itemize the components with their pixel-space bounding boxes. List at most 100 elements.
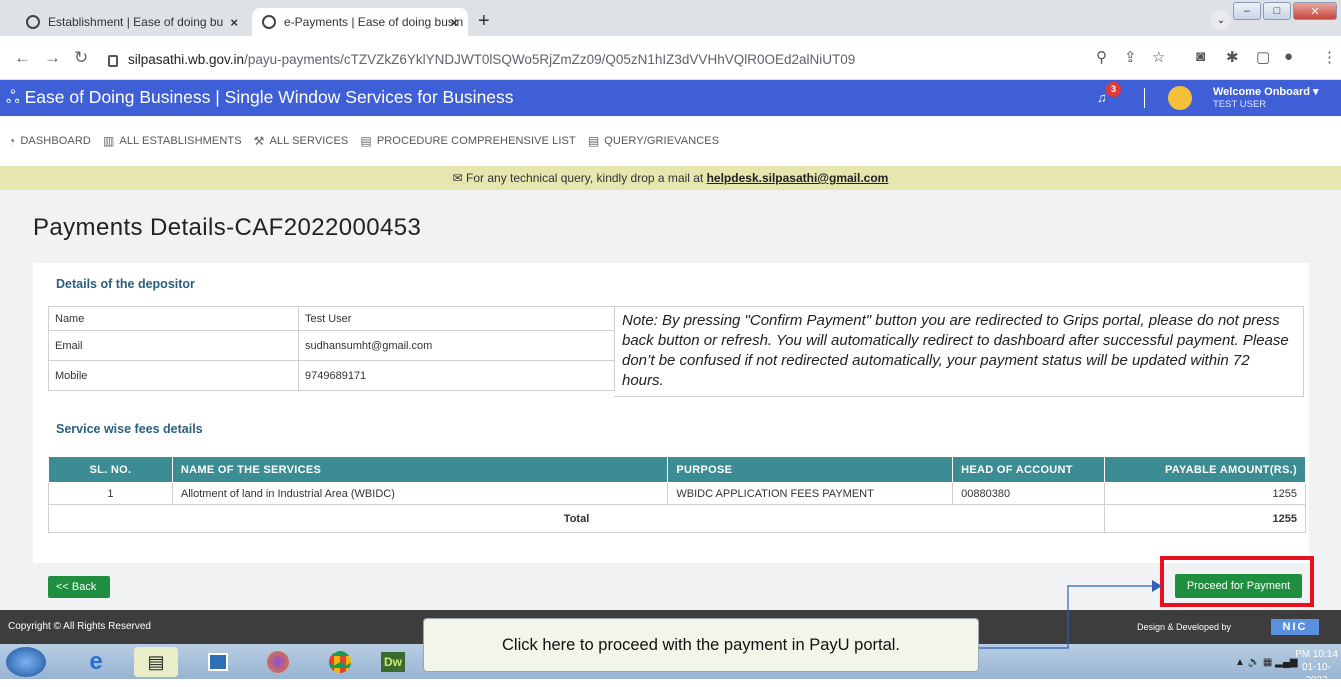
chrome-icon[interactable]	[318, 647, 362, 677]
minimize-button[interactable]: –	[1233, 2, 1261, 20]
system-tray-icons[interactable]: ▲ 🔈 ▦ ▂▄▆	[1235, 657, 1298, 668]
dashboard-icon: ◔	[8, 134, 16, 148]
app-header: ஃ Ease of Doing Business | Single Window…	[0, 80, 1341, 116]
total-row: Total 1255	[47, 504, 1306, 533]
forward-arrow-icon[interactable]: →	[44, 48, 61, 68]
label-cell: Name	[48, 306, 299, 331]
column-header: HEAD OF ACCOUNT	[952, 456, 1106, 483]
bell-icon[interactable]: ♫	[1097, 90, 1107, 105]
clock-time: PM 10:14	[1295, 649, 1338, 660]
nav-all-services[interactable]: ⚒ ALL SERVICES	[254, 134, 349, 148]
building-icon: ▥	[102, 134, 115, 148]
globe-icon	[262, 15, 276, 29]
url-host: silpasathi.wb.gov.in	[128, 51, 245, 67]
url-path: /payu-payments/cTZVZkZ6YklYNDJWT0lSQWo5R…	[244, 51, 856, 67]
back-button[interactable]: << Back	[48, 576, 110, 598]
tab-title: Establishment | Ease of doing bu	[48, 15, 224, 29]
wrench-icon: ⚒	[253, 134, 265, 148]
clock[interactable]: PM 10:14 01-10-2022	[1292, 648, 1341, 687]
value-cell: 9749689171	[298, 360, 615, 391]
divider	[1144, 88, 1145, 108]
payment-note: Note: By pressing "Confirm Payment" butt…	[614, 306, 1304, 397]
nav-procedure-list[interactable]: ▤ PROCEDURE COMPREHENSIVE LIST	[360, 134, 575, 148]
column-header: PAYABLE AMOUNT(RS.)	[1104, 456, 1306, 483]
dreamweaver-icon[interactable]: Dw	[375, 647, 411, 677]
notification-badge: 3	[1106, 82, 1121, 97]
logo-icon: ஃ	[6, 87, 25, 107]
zoom-icon[interactable]: ⚲	[1096, 48, 1107, 66]
column-header: SL. NO.	[48, 456, 173, 483]
label-cell: Email	[48, 330, 299, 361]
browser-tabstrip: Establishment | Ease of doing bu × e-Pay…	[0, 0, 1341, 36]
mail-icon: ✉	[452, 171, 467, 185]
bookmark-star-icon[interactable]: ☆	[1152, 48, 1165, 66]
browser-tab-epayments[interactable]: e-Payments | Ease of doing busin ×	[252, 8, 468, 36]
reload-icon[interactable]: ↻	[74, 48, 88, 68]
maximize-button[interactable]: □	[1263, 2, 1291, 20]
lock-icon	[108, 55, 118, 67]
list-icon: ▤	[587, 134, 600, 148]
profile-icon[interactable]: ●	[1284, 48, 1293, 65]
column-header: NAME OF THE SERVICES	[171, 456, 669, 483]
sl-cell: 1	[48, 482, 173, 505]
list-icon: ▤	[360, 134, 372, 148]
sidepanel-icon[interactable]: ▢	[1256, 48, 1270, 66]
label-cell: Mobile	[48, 360, 299, 391]
browser-toolbar: ← → ↻ silpasathi.wb.gov.in/payu-payments…	[0, 36, 1341, 80]
media-player-icon[interactable]	[196, 647, 240, 677]
avatar[interactable]	[1168, 86, 1192, 110]
table-row: Email sudhansumht@gmail.com	[48, 330, 615, 361]
depositor-table: Name Test User Email sudhansumht@gmail.c…	[48, 306, 615, 391]
extensions-icon[interactable]: ✱	[1226, 48, 1239, 66]
browser-tab-establishment[interactable]: Establishment | Ease of doing bu ×	[16, 8, 248, 36]
tab-title: e-Payments | Ease of doing busin	[284, 15, 464, 29]
nic-logo: NIC	[1271, 619, 1319, 635]
address-bar[interactable]: silpasathi.wb.gov.in/payu-payments/cTZVZ…	[108, 44, 1118, 74]
nav-all-establishments[interactable]: ▥ ALL ESTABLISHMENTS	[103, 134, 242, 148]
close-tab-icon[interactable]: ×	[450, 15, 458, 30]
back-arrow-icon[interactable]: ←	[14, 48, 31, 68]
close-window-button[interactable]: ✕	[1293, 2, 1337, 20]
callout-tooltip: Click here to proceed with the payment i…	[423, 618, 979, 672]
total-amount: 1255	[1104, 504, 1306, 533]
table-row: Name Test User	[48, 306, 615, 331]
tab-search-icon[interactable]: ⌄	[1211, 10, 1231, 30]
value-cell: sudhansumht@gmail.com	[298, 330, 615, 361]
total-label: Total	[47, 504, 1106, 533]
fees-table: SL. NO. NAME OF THE SERVICES PURPOSE HEA…	[47, 456, 1306, 533]
fees-heading: Service wise fees details	[56, 422, 203, 436]
close-tab-icon[interactable]: ×	[230, 15, 238, 30]
user-name: TEST USER	[1213, 99, 1267, 110]
menu-kebab-icon[interactable]: ⋮	[1322, 48, 1337, 66]
table-header-row: SL. NO. NAME OF THE SERVICES PURPOSE HEA…	[48, 456, 1306, 483]
head-cell: 00880380	[952, 482, 1106, 505]
service-cell: Allotment of land in Industrial Area (WB…	[171, 482, 669, 505]
depositor-heading: Details of the depositor	[56, 277, 195, 291]
camera-icon[interactable]: ◙	[1196, 48, 1205, 65]
page-title: Payments Details-CAF2022000453	[33, 214, 422, 241]
firefox-icon[interactable]	[256, 647, 300, 677]
share-icon[interactable]: ⇪	[1124, 48, 1137, 66]
ie-icon[interactable]: e	[74, 647, 118, 677]
start-button[interactable]	[6, 647, 46, 677]
globe-icon	[26, 15, 40, 29]
purpose-cell: WBIDC APPLICATION FEES PAYMENT	[667, 482, 954, 505]
copyright-text: Copyright © All Rights Reserved	[8, 621, 151, 632]
app-title: ஃ Ease of Doing Business | Single Window…	[6, 87, 514, 107]
proceed-payment-button[interactable]: Proceed for Payment	[1175, 574, 1302, 598]
new-tab-button[interactable]: +	[478, 10, 490, 33]
welcome-dropdown[interactable]: Welcome Onboard ▾	[1213, 85, 1319, 98]
amount-cell: 1255	[1104, 482, 1306, 505]
value-cell: Test User	[298, 306, 615, 331]
table-row: 1 Allotment of land in Industrial Area (…	[48, 482, 1306, 505]
folder-icon[interactable]: ▤	[134, 647, 178, 677]
window-controls: – □ ✕	[1233, 2, 1337, 20]
developed-by-text: Design & Developed by	[1137, 622, 1232, 632]
nav-dashboard[interactable]: ◔ DASHBOARD	[8, 134, 91, 148]
helpdesk-email-link[interactable]: helpdesk.silpasathi@gmail.com	[707, 171, 889, 185]
column-header: PURPOSE	[667, 456, 954, 483]
nav-query-grievances[interactable]: ▤ QUERY/GRIEVANCES	[588, 134, 719, 148]
clock-date: 01-10-2022	[1302, 662, 1331, 686]
notice-bar: ✉ For any technical query, kindly drop a…	[0, 166, 1341, 190]
main-nav: ◔ DASHBOARD ▥ ALL ESTABLISHMENTS ⚒ ALL SERV…	[0, 116, 1341, 166]
